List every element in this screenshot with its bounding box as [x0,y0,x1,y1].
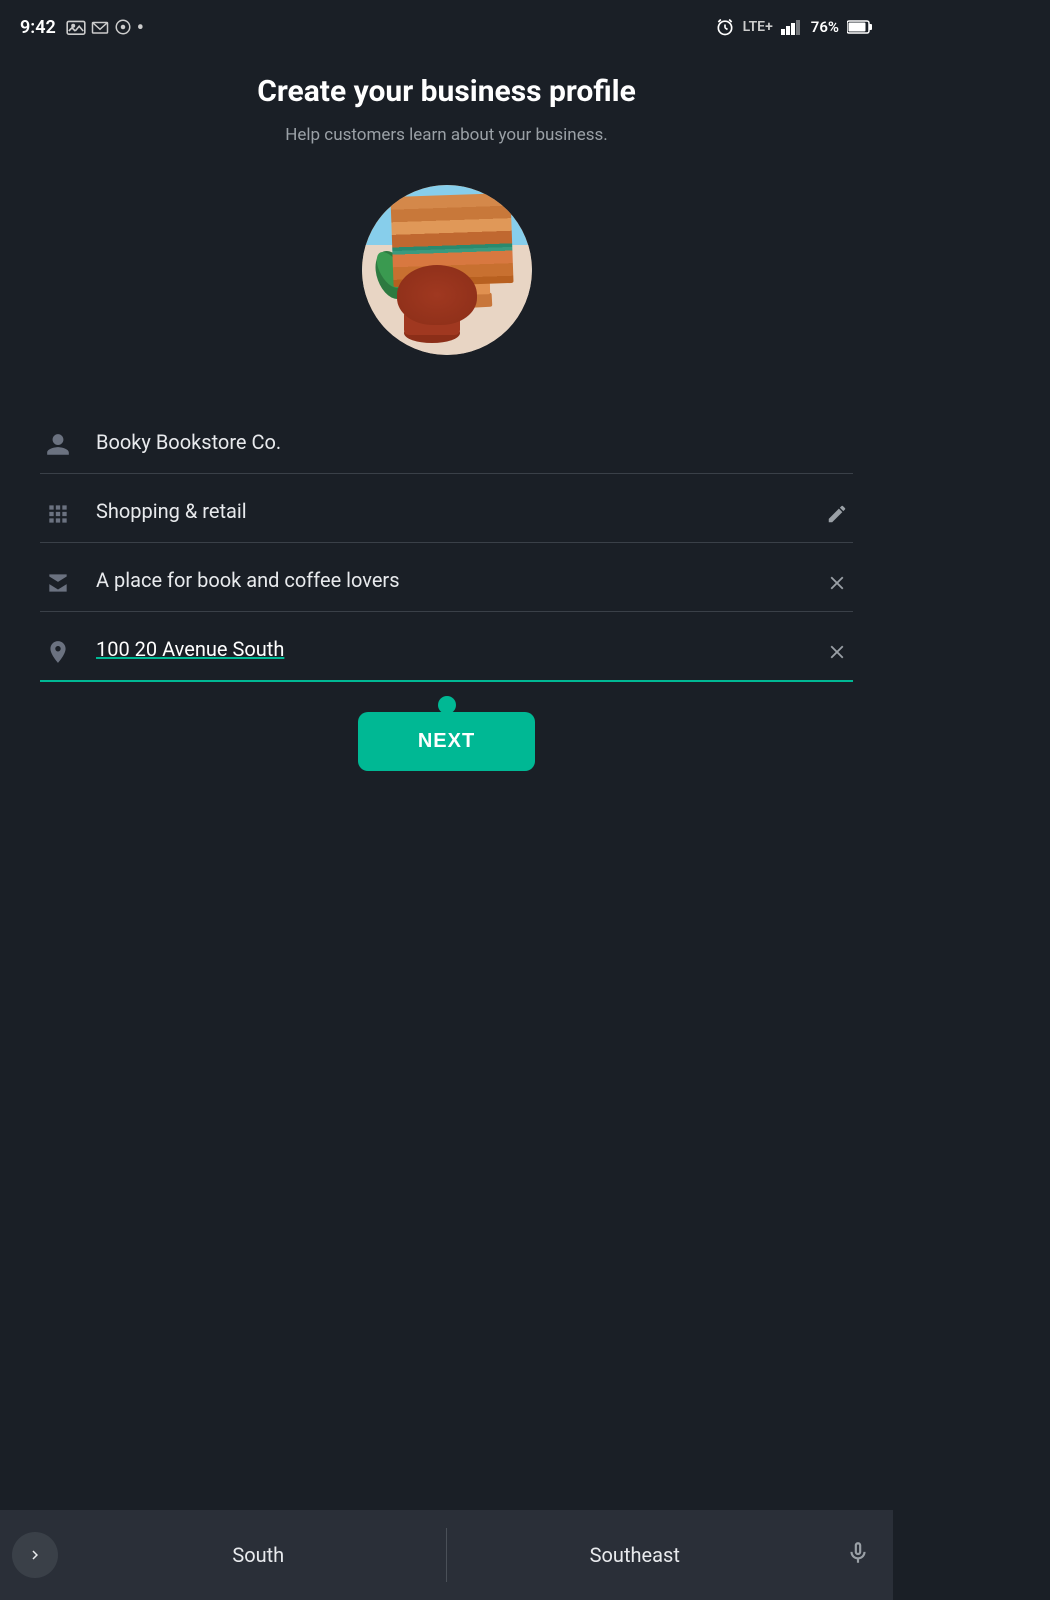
avatar[interactable] [362,185,532,355]
main-content: Create your business profile Help custom… [0,52,893,771]
page-subtitle: Help customers learn about your business… [40,125,853,145]
description-value[interactable]: A place for book and coffee lovers [96,568,801,598]
keyboard-mic[interactable] [823,1510,893,1600]
page-title: Create your business profile [40,72,853,111]
person-icon [40,427,76,463]
next-button[interactable]: NEXT [358,712,535,771]
address-field[interactable]: 100 20 Avenue South [40,612,853,682]
next-button-container: NEXT [40,712,853,771]
keyboard-bar: South Southeast [0,1510,893,1600]
signal-label: LTE+ [743,19,773,35]
business-name-value[interactable]: Booky Bookstore Co. [96,430,853,460]
category-icon [40,496,76,532]
avatar-image [362,185,532,355]
keyboard-chevron[interactable] [0,1510,70,1600]
clear-description-button[interactable] [821,567,853,599]
category-field[interactable]: Shopping & retail [40,474,853,543]
clear-address-button[interactable] [821,636,853,668]
category-value[interactable]: Shopping & retail [96,499,801,529]
description-field[interactable]: A place for book and coffee lovers [40,543,853,612]
microphone-icon[interactable] [845,1540,871,1570]
battery-label: 76% [811,18,839,36]
edit-category-button[interactable] [821,498,853,530]
business-name-field[interactable]: Booky Bookstore Co. [40,405,853,474]
expand-keyboard-button[interactable] [12,1532,58,1578]
address-value[interactable]: 100 20 Avenue South [96,637,801,667]
status-right: LTE+ 76% [715,17,873,37]
suggestion-southeast[interactable]: Southeast [447,1510,824,1600]
suggestion-south[interactable]: South [70,1510,447,1600]
status-bar: 9:42 • LTE+ 76% [0,0,893,52]
keyboard-suggestions: South Southeast [70,1510,823,1600]
status-time: 9:42 • [20,15,144,39]
store-icon [40,565,76,601]
cursor-dot [438,696,456,714]
avatar-container[interactable] [40,185,853,355]
location-icon [40,634,76,670]
